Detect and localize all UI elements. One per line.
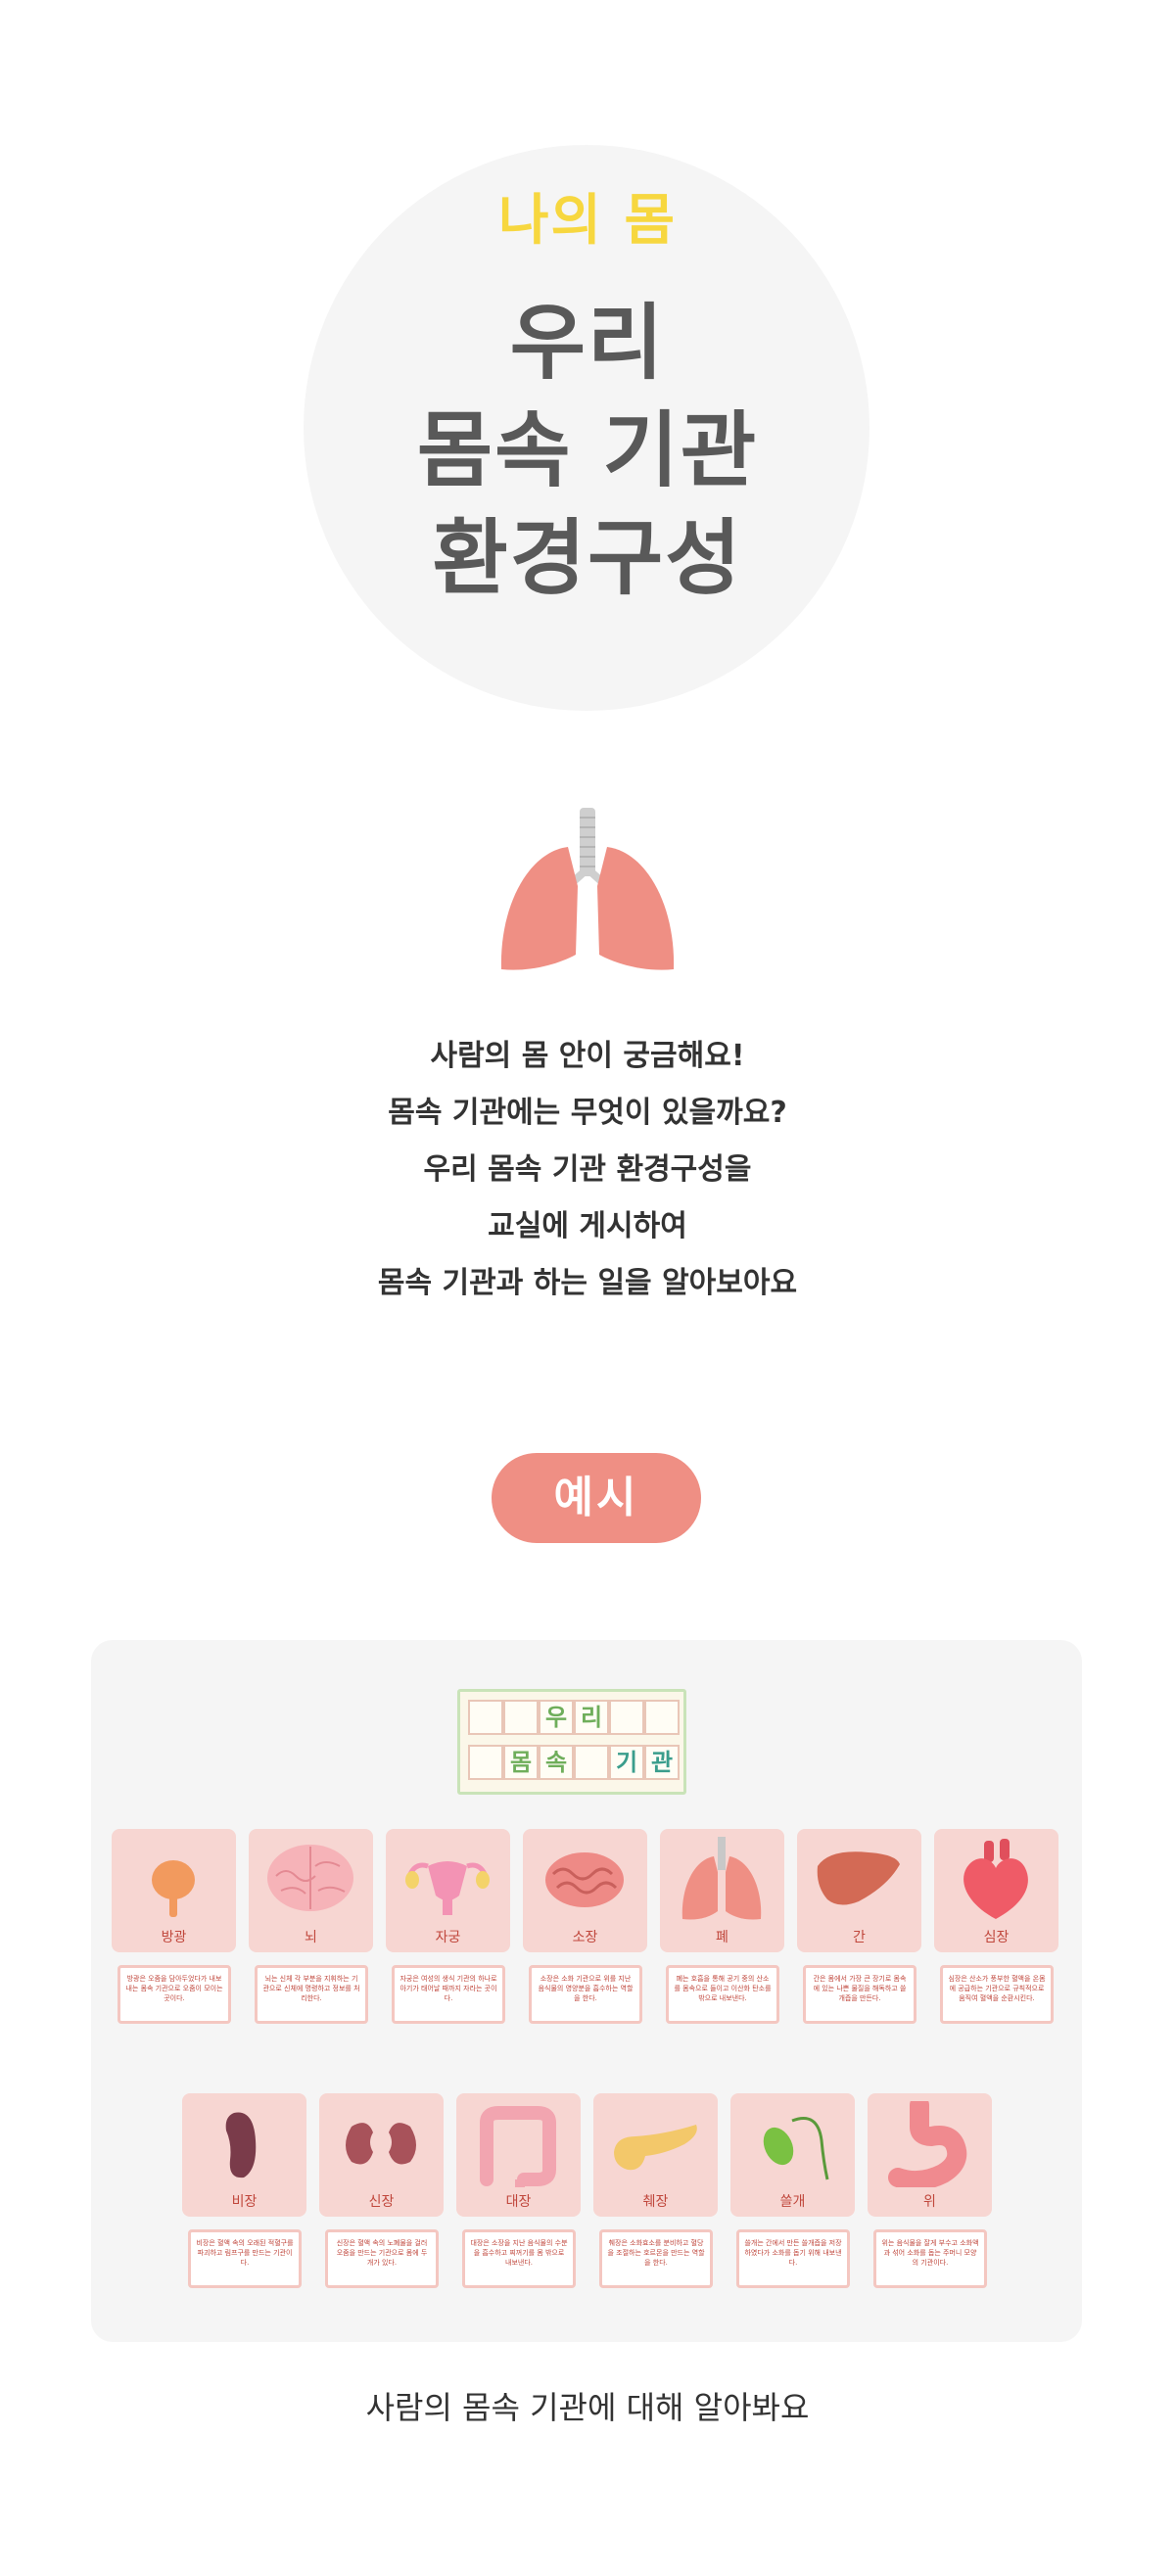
banner-cell: 속	[539, 1745, 574, 1780]
organ-description: 췌장은 소화효소를 분비하고 혈당을 조절하는 호르몬을 만드는 역할을 한다.	[599, 2229, 713, 2288]
banner-cell: 기	[609, 1745, 644, 1780]
heart-icon	[964, 1839, 1028, 1919]
spleen-icon	[225, 2112, 257, 2178]
organ-label: 위	[923, 2194, 936, 2210]
organ-label: 간	[853, 1930, 866, 1945]
stomach-icon	[888, 2101, 967, 2187]
organ-label: 비장	[231, 2194, 258, 2210]
lungs-icon	[500, 808, 675, 970]
organ-description: 뇌는 신체 각 부분을 지휘하는 기관으로 신체에 명령하고 정보를 처리한다.	[255, 1965, 368, 2024]
banner-cell: 관	[644, 1745, 680, 1780]
organ-card-kidney: 신장	[319, 2093, 444, 2217]
organ-description: 쓸개는 간에서 만든 쓸개즙을 저장하였다가 소화를 돕기 위해 내보낸다.	[736, 2229, 850, 2288]
banner-cell	[468, 1700, 503, 1735]
organ-label: 대장	[505, 2194, 532, 2210]
gallbladder-icon	[763, 2117, 829, 2180]
organ-label: 뇌	[305, 1930, 317, 1945]
banner-cell: 우	[539, 1700, 574, 1735]
intro-line-5: 몸속 기관과 하는 일을 알아보아요	[377, 1266, 798, 1300]
caption: 사람의 몸속 기관에 대해 알아봐요	[365, 2389, 810, 2426]
organ-card-bladder: 방광	[112, 1829, 236, 1952]
organ-card-heart: 심장	[934, 1829, 1058, 1952]
liver-icon	[817, 1851, 900, 1905]
banner-cell	[609, 1700, 644, 1735]
brain-icon	[267, 1845, 353, 1911]
organ-card-stomach: 위	[868, 2093, 992, 2217]
uterus-icon	[405, 1861, 490, 1915]
organ-label: 심장	[983, 1930, 1010, 1945]
organ-card-gallbladder: 쓸개	[730, 2093, 855, 2217]
banner-cell: 몸	[503, 1745, 539, 1780]
organ-label: 폐	[716, 1930, 728, 1945]
organ-description: 폐는 호흡을 통해 공기 중의 산소를 몸속으로 들이고 이산화 탄소를 밖으로…	[666, 1965, 779, 2024]
organ-description: 방광은 오줌을 담아두었다가 내보내는 몸속 기관으로 오줌이 모이는 곳이다.	[118, 1965, 231, 2024]
organ-label: 소장	[572, 1930, 598, 1945]
banner-cell	[503, 1700, 539, 1735]
organ-description: 소장은 소화 기관으로 위를 지난 음식물의 영양분을 흡수하는 역할을 한다.	[529, 1965, 642, 2024]
intro-text: 사람의 몸 안이 궁금해요! 몸속 기관에는 무엇이 있을까요? 우리 몸속 기…	[0, 1028, 1175, 1312]
kidney-icon	[346, 2123, 416, 2165]
hero-title-line-2: 몸속 기관	[416, 402, 759, 498]
bladder-icon	[152, 1860, 195, 1917]
organ-description: 신장은 혈액 속의 노폐물을 걸러 오줌을 만드는 기관으로 몸에 두 개가 있…	[325, 2229, 439, 2288]
example-badge: 예시	[492, 1453, 701, 1543]
hero-title-line-3: 환경구성	[432, 510, 743, 606]
intro-line-3: 우리 몸속 기관 환경구성을	[423, 1152, 752, 1187]
banner-cell	[574, 1745, 609, 1780]
organ-description: 대장은 소장을 지난 음식물의 수분을 흡수하고 찌꺼기를 몸 밖으로 내보낸다…	[462, 2229, 576, 2288]
banner-cell	[644, 1700, 680, 1735]
organ-label: 신장	[368, 2194, 395, 2210]
hero-title: 우리 몸속 기관 환경구성	[0, 289, 1175, 612]
organ-card-small-intestine: 소장	[523, 1829, 647, 1952]
organ-card-uterus: 자궁	[386, 1829, 510, 1952]
intro-line-2: 몸속 기관에는 무엇이 있을까요?	[388, 1096, 787, 1130]
organ-description: 위는 음식물을 잘게 부수고 소화액과 섞어 소화를 돕는 주머니 모양의 기관…	[873, 2229, 987, 2288]
banner-cell	[468, 1745, 503, 1780]
organ-description: 간은 몸에서 가장 큰 장기로 몸속에 있는 나쁜 물질을 해독하고 쓸개즙을 …	[803, 1965, 916, 2024]
organ-label: 자궁	[435, 1930, 461, 1945]
organ-card-liver: 간	[797, 1829, 921, 1952]
title-banner: 우 리 몸 속 기 관	[457, 1689, 686, 1795]
organ-card-large-intestine: 대장	[456, 2093, 581, 2217]
organ-card-pancreas: 췌장	[593, 2093, 718, 2217]
organ-label: 췌장	[642, 2194, 669, 2210]
small-intestine-icon	[545, 1852, 624, 1907]
organ-description: 자궁은 여성의 생식 기관의 하나로 아기가 태어날 때까지 자라는 곳이다.	[392, 1965, 505, 2024]
organ-description: 비장은 혈액 속의 오래된 적혈구를 파괴하고 림프구를 만드는 기관이다.	[188, 2229, 302, 2288]
hero-title-line-1: 우리	[509, 295, 666, 391]
hero-subtitle: 나의 몸	[497, 189, 678, 253]
organ-label: 쓸개	[779, 2194, 806, 2210]
organ-card-lung: 폐	[660, 1829, 784, 1952]
organ-card-spleen: 비장	[182, 2093, 306, 2217]
intro-line-4: 교실에 게시하여	[488, 1209, 687, 1243]
lung-icon	[682, 1837, 762, 1920]
organ-card-brain: 뇌	[249, 1829, 373, 1952]
large-intestine-icon	[480, 2106, 556, 2187]
organ-description: 심장은 산소가 풍부한 혈액을 온몸에 공급하는 기관으로 규칙적으로 움직여 …	[940, 1965, 1054, 2024]
intro-line-1: 사람의 몸 안이 궁금해요!	[430, 1039, 745, 1073]
organ-label: 방광	[161, 1930, 187, 1945]
pancreas-icon	[614, 2125, 697, 2171]
banner-cell: 리	[574, 1700, 609, 1735]
